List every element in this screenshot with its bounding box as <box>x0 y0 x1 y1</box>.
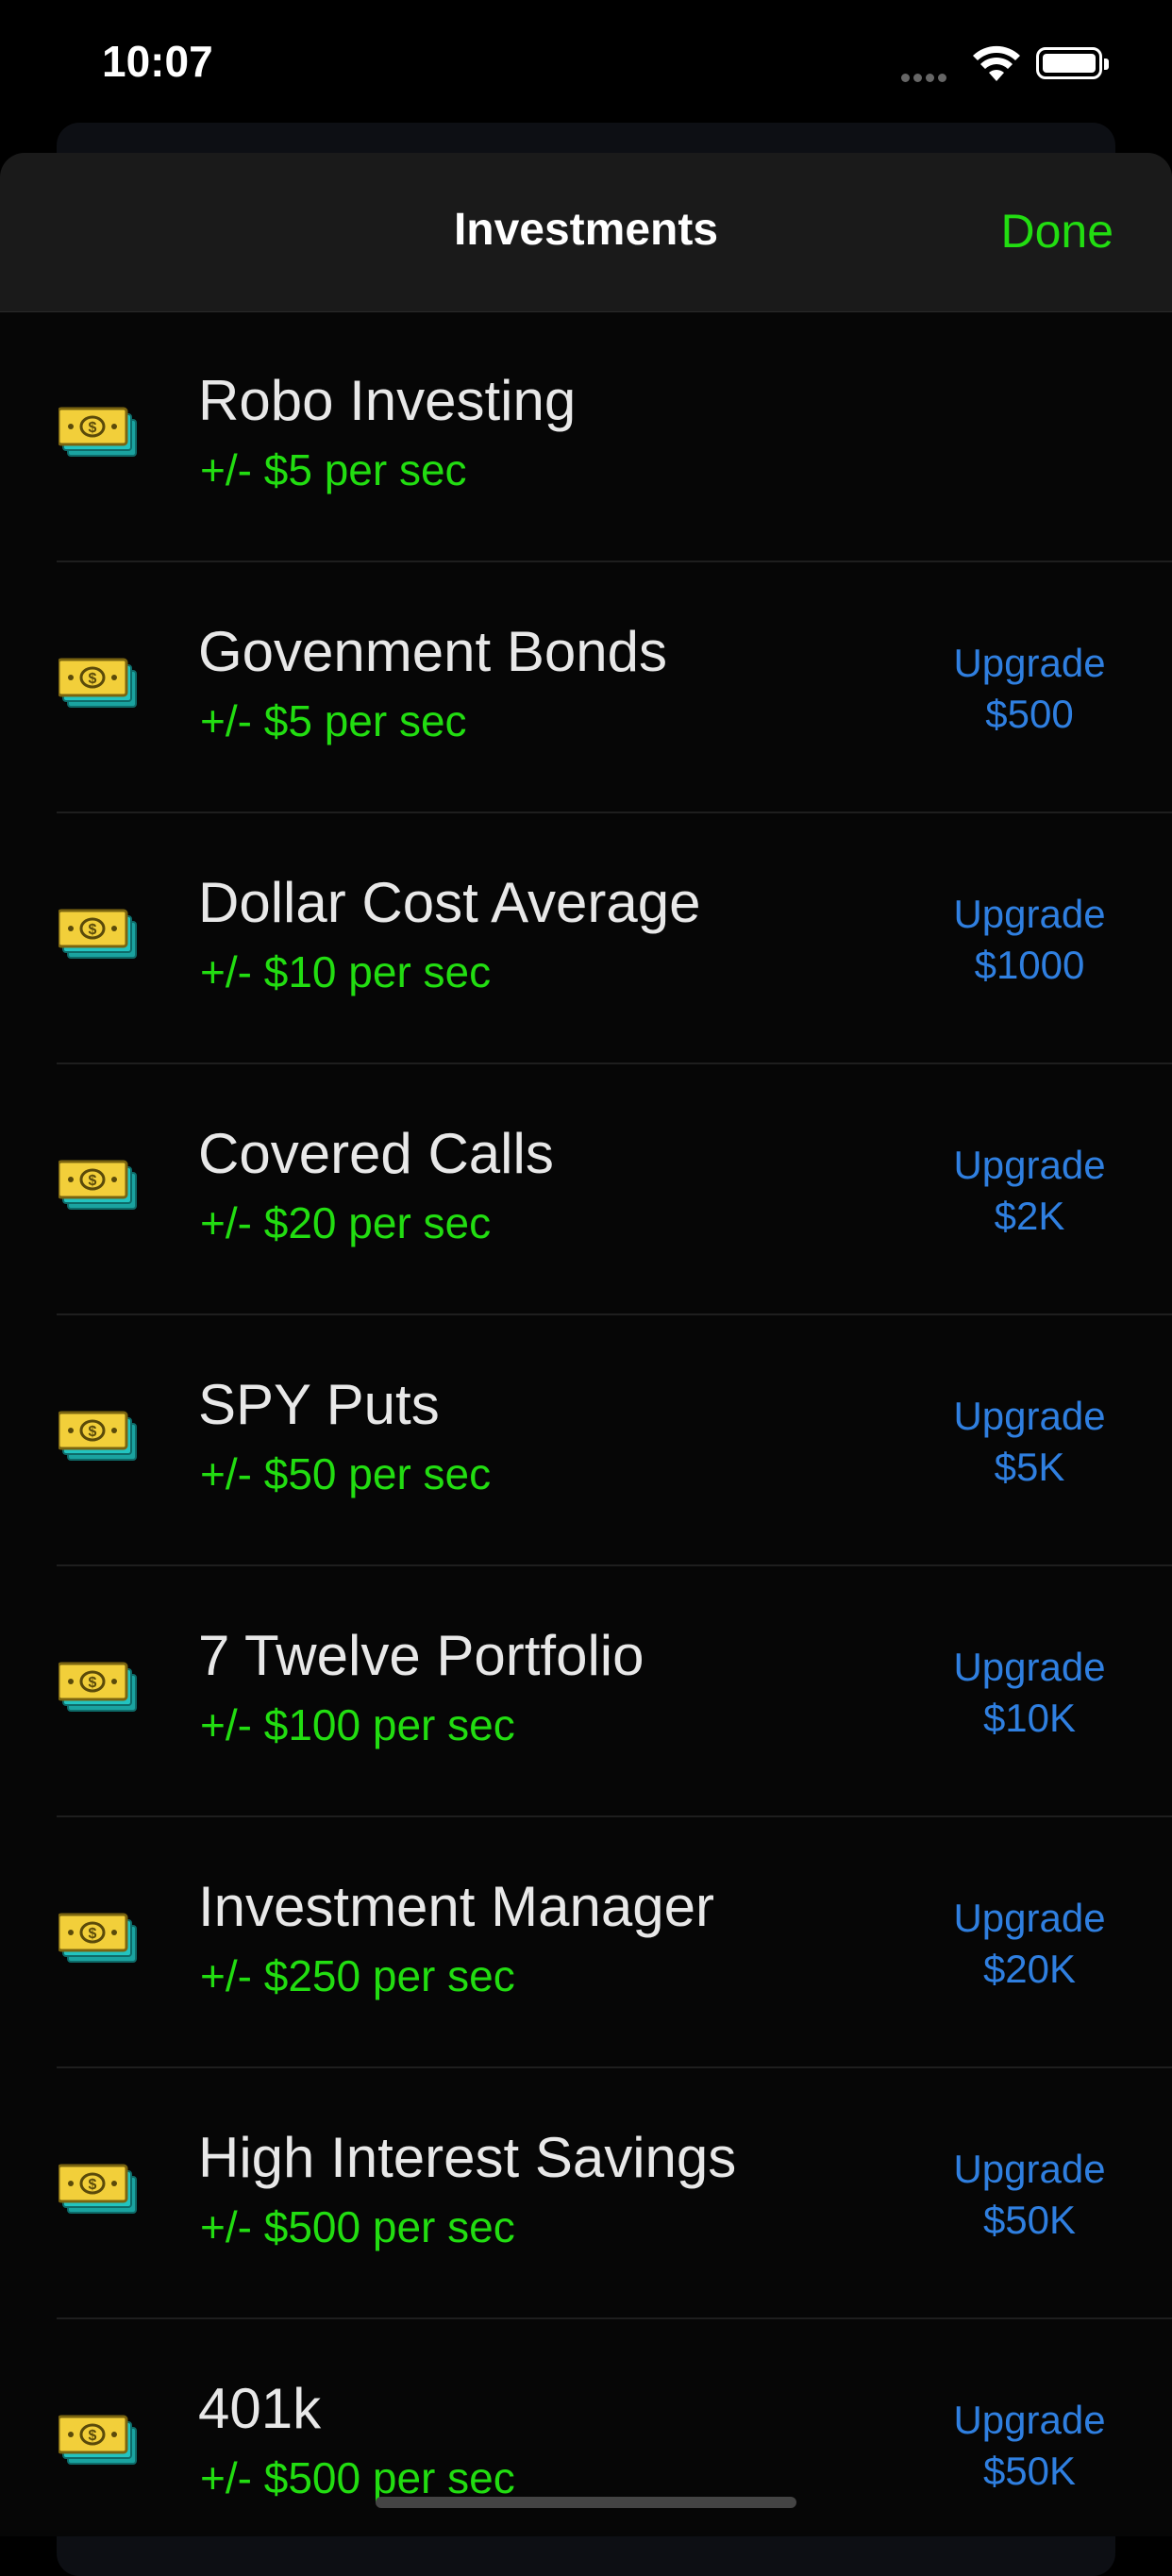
svg-text:$: $ <box>89 1675 97 1691</box>
cellular-signal-icon <box>901 70 958 82</box>
navigation-bar: Investments Done <box>0 153 1172 312</box>
upgrade-button[interactable]: Upgrade $20K <box>921 1893 1138 1995</box>
investment-rate: +/- $5 per sec <box>200 696 467 745</box>
investment-name: Covered Calls <box>198 1122 554 1185</box>
investment-row[interactable]: $ Dollar Cost Average +/- $10 per sec Up… <box>0 813 1172 1064</box>
upgrade-price: $5K <box>994 1445 1065 1489</box>
upgrade-label: Upgrade <box>953 1896 1106 1940</box>
upgrade-price: $500 <box>985 692 1074 736</box>
investment-row[interactable]: $ SPY Puts +/- $50 per sec Upgrade $5K <box>0 1315 1172 1566</box>
home-indicator <box>376 2497 796 2508</box>
money-bills-icon: $ <box>57 405 140 463</box>
battery-icon <box>1036 47 1109 79</box>
upgrade-price: $20K <box>982 1947 1077 1991</box>
upgrade-label: Upgrade <box>953 1645 1106 1689</box>
money-bills-icon: $ <box>57 1409 140 1467</box>
money-bills-icon: $ <box>57 2162 140 2220</box>
upgrade-label: Upgrade <box>953 1394 1106 1438</box>
svg-text:$: $ <box>89 1173 97 1189</box>
upgrade-label: Upgrade <box>953 892 1106 936</box>
investment-name: SPY Puts <box>198 1373 440 1436</box>
upgrade-label: Upgrade <box>953 641 1106 685</box>
investment-rate: +/- $20 per sec <box>200 1198 492 1247</box>
investment-name: Dollar Cost Average <box>198 871 701 934</box>
status-bar: 10:07 <box>0 0 1172 132</box>
upgrade-price: $50K <box>982 2198 1077 2242</box>
upgrade-button[interactable]: Upgrade $50K <box>921 2144 1138 2246</box>
upgrade-price: $10K <box>982 1696 1077 1740</box>
investment-rate: +/- $10 per sec <box>200 947 492 996</box>
upgrade-button[interactable]: Upgrade $1000 <box>921 889 1138 991</box>
svg-text:$: $ <box>89 1424 97 1440</box>
investment-name: 401k <box>198 2377 322 2440</box>
investment-name: Robo Investing <box>198 369 577 432</box>
investment-list: $ Robo Investing +/- $5 per sec $ Govenm… <box>0 311 1172 2536</box>
upgrade-price: $2K <box>994 1194 1065 1238</box>
money-bills-icon: $ <box>57 2413 140 2471</box>
done-button[interactable]: Done <box>1000 204 1113 259</box>
upgrade-button[interactable]: Upgrade $500 <box>921 638 1138 740</box>
upgrade-label: Upgrade <box>953 2398 1106 2442</box>
investment-name: 7 Twelve Portfolio <box>198 1624 645 1687</box>
upgrade-button[interactable]: Upgrade $2K <box>921 1140 1138 1242</box>
investment-rate: +/- $500 per sec <box>200 2453 515 2502</box>
investment-row[interactable]: $ 7 Twelve Portfolio +/- $100 per sec Up… <box>0 1566 1172 1817</box>
investments-sheet: Investments Done $ Robo Investing +/- $5… <box>0 153 1172 2536</box>
upgrade-button[interactable]: Upgrade $10K <box>921 1642 1138 1744</box>
status-time: 10:07 <box>102 37 213 86</box>
investment-row[interactable]: $ Govenment Bonds +/- $5 per sec Upgrade… <box>0 562 1172 813</box>
svg-text:$: $ <box>89 922 97 938</box>
upgrade-label: Upgrade <box>953 1143 1106 1187</box>
investment-rate: +/- $250 per sec <box>200 1951 515 2000</box>
upgrade-price: $1000 <box>974 943 1085 987</box>
upgrade-price: $50K <box>982 2449 1077 2493</box>
investment-name: High Interest Savings <box>198 2126 737 2189</box>
investment-name: Investment Manager <box>198 1875 714 1938</box>
investment-name: Govenment Bonds <box>198 620 667 683</box>
svg-text:$: $ <box>89 2177 97 2193</box>
investment-rate: +/- $5 per sec <box>200 445 467 494</box>
svg-text:$: $ <box>89 671 97 687</box>
money-bills-icon: $ <box>57 1660 140 1718</box>
investment-row[interactable]: $ Robo Investing +/- $5 per sec <box>0 311 1172 562</box>
money-bills-icon: $ <box>57 1158 140 1216</box>
page-title: Investments <box>453 205 719 255</box>
svg-text:$: $ <box>89 1926 97 1942</box>
svg-text:$: $ <box>89 420 97 436</box>
money-bills-icon: $ <box>57 656 140 714</box>
money-bills-icon: $ <box>57 907 140 965</box>
upgrade-label: Upgrade <box>953 2147 1106 2191</box>
money-bills-icon: $ <box>57 1911 140 1969</box>
investment-rate: +/- $500 per sec <box>200 2202 515 2251</box>
investment-row[interactable]: $ Covered Calls +/- $20 per sec Upgrade … <box>0 1064 1172 1315</box>
svg-text:$: $ <box>89 2428 97 2444</box>
investment-rate: +/- $50 per sec <box>200 1449 492 1498</box>
upgrade-button[interactable]: Upgrade $50K <box>921 2395 1138 2497</box>
upgrade-button[interactable]: Upgrade $5K <box>921 1391 1138 1493</box>
investment-rate: +/- $100 per sec <box>200 1700 515 1749</box>
investment-row[interactable]: $ Investment Manager +/- $250 per sec Up… <box>0 1817 1172 2068</box>
wifi-icon <box>973 45 1020 81</box>
investment-row[interactable]: $ High Interest Savings +/- $500 per sec… <box>0 2068 1172 2319</box>
